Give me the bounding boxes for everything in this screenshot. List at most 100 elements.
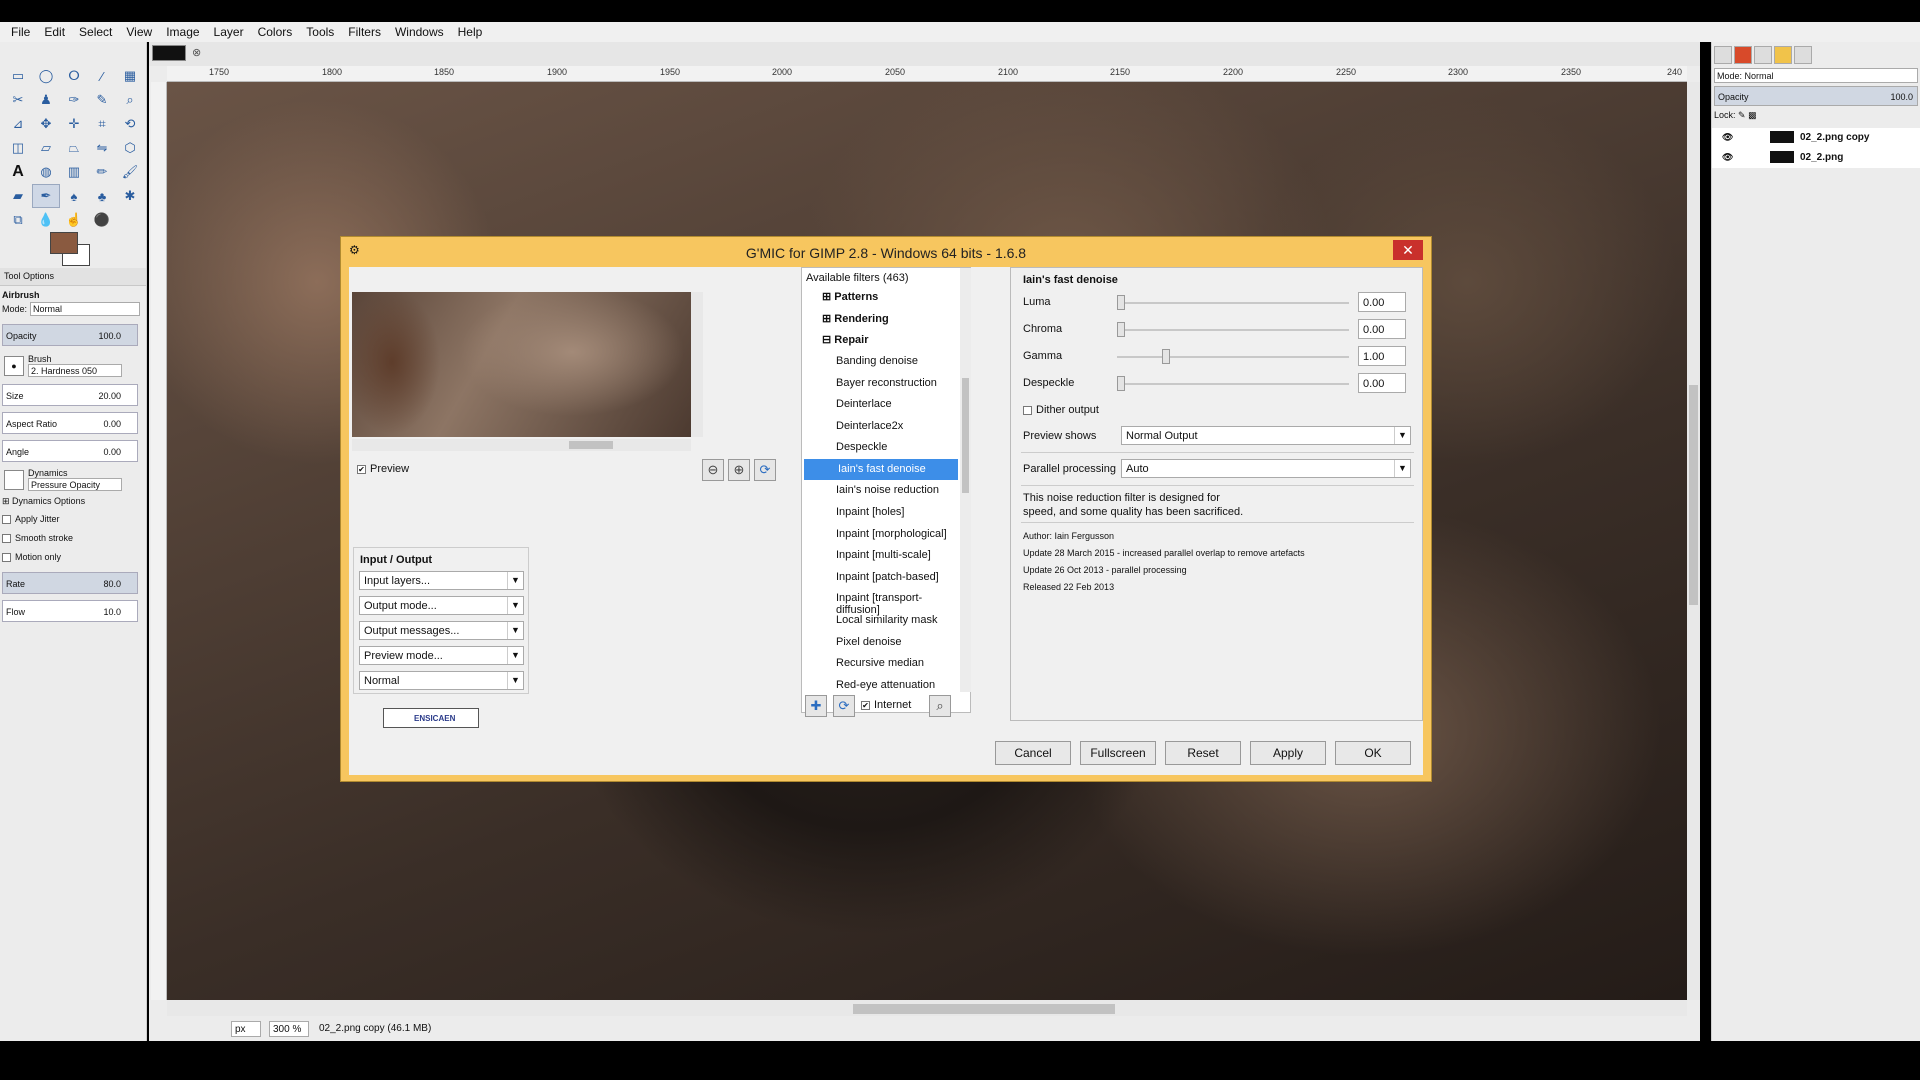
layer-mode-select[interactable]: Mode: Normal <box>1714 68 1918 83</box>
airbrush-icon[interactable]: ✒ <box>32 184 60 208</box>
ellipse-select-icon[interactable]: ◯ <box>32 64 60 88</box>
preview-mode-select[interactable]: Preview mode... ▼ <box>359 646 524 665</box>
undo-tab-icon[interactable] <box>1774 46 1792 64</box>
category-repair[interactable]: ⊟ Repair <box>802 329 960 350</box>
lasso-icon[interactable]: ⵔ <box>60 64 88 88</box>
brushes-tab-icon[interactable] <box>1794 46 1812 64</box>
chroma-slider-knob[interactable] <box>1117 322 1125 337</box>
brush-preview-icon[interactable]: ● <box>4 356 24 376</box>
perspective-icon[interactable]: ⏢ <box>60 136 88 160</box>
dodge-burn-icon[interactable]: ⚫ <box>88 208 116 232</box>
filter-item[interactable]: Pixel denoise <box>802 632 960 653</box>
internet-checkbox[interactable]: ✔ Internet <box>861 699 911 711</box>
chroma-slider[interactable] <box>1117 322 1349 337</box>
lock-pixels-icon[interactable]: ✎ <box>1738 110 1746 120</box>
foreground-color-swatch-top[interactable] <box>50 232 78 254</box>
bucket-fill-icon[interactable]: ◍ <box>32 160 60 184</box>
apply-button[interactable]: Apply <box>1250 741 1326 765</box>
preview-vertical-scrollbar[interactable] <box>691 292 703 437</box>
dither-checkbox[interactable]: Dither output <box>1023 404 1099 416</box>
zoom-out-icon[interactable]: ⊖ <box>702 459 724 481</box>
flow-field[interactable]: Flow 10.0 <box>2 600 138 622</box>
smudge-icon[interactable]: ☝ <box>60 208 88 232</box>
menu-layer[interactable]: Layer <box>207 25 251 39</box>
dynamics-field[interactable]: Pressure Opacity <box>28 478 122 491</box>
collapse-icon[interactable]: ⊟ <box>822 334 834 346</box>
expand-icon[interactable]: ⊞ <box>822 313 834 325</box>
add-favorite-icon[interactable]: ✚ <box>805 695 827 717</box>
zoom-icon[interactable]: ⌕ <box>116 88 144 112</box>
smooth-stroke-checkbox[interactable]: Smooth stroke <box>2 533 140 544</box>
menu-tools[interactable]: Tools <box>299 25 341 39</box>
output-messages-select[interactable]: Output messages... ▼ <box>359 621 524 640</box>
preview-shows-select[interactable]: Normal Output ▼ <box>1121 426 1411 445</box>
gamma-slider-knob[interactable] <box>1162 349 1170 364</box>
despeckle-slider-knob[interactable] <box>1117 376 1125 391</box>
rect-select-icon[interactable]: ▭ <box>4 64 32 88</box>
horizontal-ruler[interactable]: 1750 1800 1850 1900 1950 2000 2050 2100 … <box>167 66 1687 82</box>
luma-slider-knob[interactable] <box>1117 295 1125 310</box>
menu-windows[interactable]: Windows <box>388 25 451 39</box>
expand-icon[interactable]: ⊞ <box>822 291 834 303</box>
layer-opacity-field[interactable]: Opacity 100.0 <box>1714 86 1918 106</box>
size-field[interactable]: Size 20.00 <box>2 384 138 406</box>
despeckle-spinbox[interactable]: 0.00 <box>1358 373 1406 393</box>
blend-icon[interactable]: ▥ <box>60 160 88 184</box>
smooth-stroke-box[interactable] <box>2 534 11 544</box>
paintbrush-icon[interactable]: 🖌 <box>116 160 144 184</box>
foreground-select-icon[interactable]: ♟ <box>32 88 60 112</box>
reset-button[interactable]: Reset <box>1165 741 1241 765</box>
opacity-field[interactable]: Opacity 100.0 <box>2 324 138 346</box>
eraser-icon[interactable]: ▰ <box>4 184 32 208</box>
flip-icon[interactable]: ⇋ <box>88 136 116 160</box>
preview-checkbox[interactable]: ✔ Preview <box>357 463 409 475</box>
filter-item[interactable]: Banding denoise <box>802 351 960 372</box>
unit-select[interactable]: px <box>231 1021 261 1037</box>
filter-item[interactable]: Red-eye attenuation <box>802 675 960 696</box>
refresh-preview-icon[interactable]: ⟳ <box>754 459 776 481</box>
dither-box[interactable] <box>1023 405 1032 415</box>
motion-only-checkbox[interactable]: Motion only <box>2 552 140 563</box>
scissors-icon[interactable]: ✂ <box>4 88 32 112</box>
filter-item[interactable]: Deinterlace <box>802 394 960 415</box>
layer-row[interactable]: 👁 02_2.png <box>1712 148 1920 166</box>
luma-slider[interactable] <box>1117 295 1349 310</box>
heal-icon[interactable]: ✱ <box>116 184 144 208</box>
input-layers-select[interactable]: Input layers... ▼ <box>359 571 524 590</box>
chroma-spinbox[interactable]: 0.00 <box>1358 319 1406 339</box>
filter-list-scroll-thumb[interactable] <box>962 378 969 493</box>
crop-icon[interactable]: ⌗ <box>88 112 116 136</box>
menu-image[interactable]: Image <box>159 25 206 39</box>
parallel-select[interactable]: Auto ▼ <box>1121 459 1411 478</box>
perspective-clone-icon[interactable]: ⧉ <box>4 208 32 232</box>
menu-select[interactable]: Select <box>72 25 119 39</box>
zoom-select[interactable]: 300 % <box>269 1021 309 1037</box>
filter-item[interactable]: Local similarity mask <box>802 610 960 631</box>
filter-item[interactable]: Recursive median <box>802 653 960 674</box>
fuzzy-select-icon[interactable]: ⁄ <box>88 64 116 88</box>
preview-check-icon[interactable]: ✔ <box>357 464 366 474</box>
despeckle-slider[interactable] <box>1117 376 1349 391</box>
blur-icon[interactable]: 💧 <box>32 208 60 232</box>
apply-jitter-box[interactable] <box>2 515 11 525</box>
clone-icon[interactable]: ♣ <box>88 184 116 208</box>
canvas-horizontal-scroll-thumb[interactable] <box>853 1004 1115 1014</box>
filter-item-selected[interactable]: Iain's fast denoise <box>804 459 958 480</box>
layer-row[interactable]: 👁 02_2.png copy <box>1712 128 1920 146</box>
text-icon[interactable]: A <box>4 160 32 184</box>
color-select-icon[interactable]: ▦ <box>116 64 144 88</box>
filter-item[interactable]: Iain's noise reduction <box>802 480 960 501</box>
filter-item[interactable]: Inpaint [patch-based] <box>802 567 960 588</box>
luma-spinbox[interactable]: 0.00 <box>1358 292 1406 312</box>
paths-icon[interactable]: ✑ <box>60 88 88 112</box>
dynamics-icon[interactable] <box>4 470 24 490</box>
paths-tab-icon[interactable] <box>1754 46 1772 64</box>
tool-options-tab[interactable]: Tool Options <box>0 268 146 286</box>
filter-item[interactable]: Deinterlace2x <box>802 416 960 437</box>
color-picker-icon[interactable]: ✎ <box>88 88 116 112</box>
angle-field[interactable]: Angle 0.00 <box>2 440 138 462</box>
filter-item[interactable]: Bayer reconstruction <box>802 373 960 394</box>
gmic-logo[interactable]: ENSICAEN <box>383 708 479 728</box>
channels-tab-icon[interactable] <box>1734 46 1752 64</box>
update-filters-icon[interactable]: ⟳ <box>833 695 855 717</box>
